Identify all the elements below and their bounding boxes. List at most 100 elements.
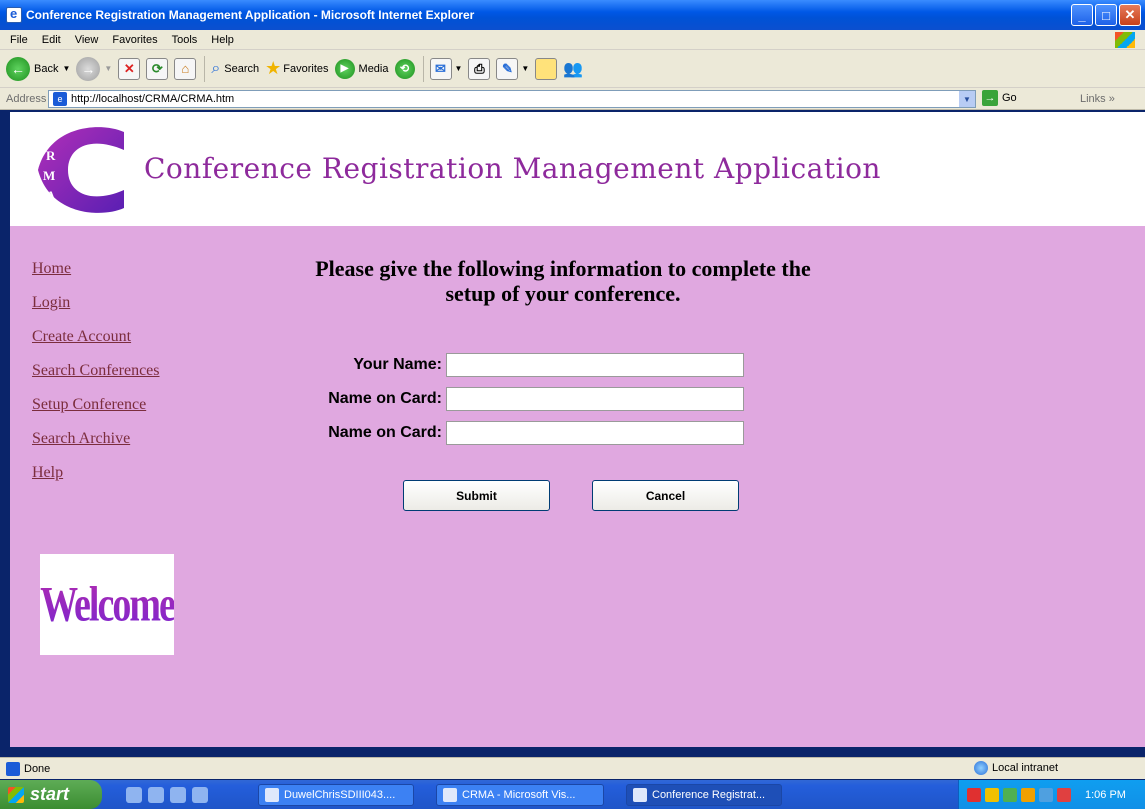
task-label-ie: Conference Registrat... (652, 789, 766, 801)
nav-search-conferences[interactable]: Search Conferences (32, 362, 160, 396)
task-button-word[interactable]: DuwelChrisSDIII043.... (258, 784, 414, 806)
task-label-word: DuwelChrisSDIII043.... (284, 789, 396, 801)
name-on-card-row-2: Name on Card: (240, 420, 760, 446)
home-button[interactable]: ⌂ (174, 57, 197, 80)
page-banner: R M A Conference Registration Management… (10, 112, 1145, 226)
address-dropdown-button[interactable]: ▼ (959, 91, 975, 107)
chevron-down-icon: ▼ (521, 64, 530, 73)
chevron-down-icon: ▼ (104, 64, 113, 73)
stop-icon: ✕ (118, 57, 141, 80)
back-button[interactable]: ← Back ▼ (6, 56, 70, 81)
menu-view[interactable]: View (75, 34, 99, 46)
menu-tools[interactable]: Tools (172, 34, 198, 46)
favorites-button[interactable]: ★ Favorites (265, 58, 328, 79)
menu-favorites[interactable]: Favorites (112, 34, 157, 46)
go-label: Go (1002, 92, 1017, 104)
windows-flag-icon (8, 786, 24, 803)
media-icon: ▶ (334, 58, 355, 79)
address-label: Address (6, 92, 47, 105)
links-label: Links (1080, 93, 1106, 105)
zonealarm-icon[interactable] (967, 787, 981, 802)
address-bar: Address e http://localhost/CRMA/CRMA.htm… (0, 88, 1145, 110)
search-button[interactable]: ⌕ Search (211, 60, 259, 78)
desktop-quicklaunch-icon[interactable] (170, 786, 186, 803)
star-icon: ★ (265, 58, 282, 78)
go-button[interactable]: → Go (982, 90, 1017, 106)
home-icon: ⌂ (174, 57, 197, 80)
submit-button[interactable]: Submit (403, 480, 550, 511)
status-bar: Done Local intranet (0, 757, 1145, 779)
form-heading: Please give the following information to… (238, 256, 888, 306)
ie-icon (6, 6, 22, 23)
nav-setup-conference[interactable]: Setup Conference (32, 396, 160, 430)
form-heading-line1: Please give the following information to… (315, 256, 811, 281)
mail-icon: ✉ (429, 57, 452, 80)
intranet-icon (974, 761, 988, 775)
toolbar-separator (422, 55, 424, 82)
media-quicklaunch-icon[interactable] (192, 786, 208, 803)
discuss-button[interactable] (535, 57, 558, 80)
media-label: Media (358, 62, 389, 75)
name-on-card-label-2: Name on Card: (328, 424, 442, 441)
address-url: http://localhost/CRMA/CRMA.htm (71, 93, 235, 105)
forward-button[interactable]: → ▼ (76, 56, 113, 81)
nav-create-account[interactable]: Create Account (32, 328, 160, 362)
back-arrow-icon: ← (6, 56, 30, 81)
menu-edit[interactable]: Edit (42, 34, 61, 46)
maximize-button[interactable]: □ (1095, 4, 1117, 26)
task-button-ie[interactable]: Conference Registrat... (626, 784, 782, 806)
mail-button[interactable]: ✉ ▼ (429, 57, 462, 80)
page-content: R M A Conference Registration Management… (10, 112, 1145, 747)
name-on-card-input-2[interactable] (446, 421, 744, 445)
address-input[interactable]: e http://localhost/CRMA/CRMA.htm ▼ (48, 90, 976, 108)
zone-label: Local intranet (992, 762, 1059, 774)
edit-button[interactable]: ✎ ▼ (496, 57, 530, 80)
nav-login[interactable]: Login (32, 294, 160, 328)
menu-help[interactable]: Help (211, 34, 234, 46)
ie-quicklaunch-icon[interactable] (126, 786, 142, 803)
your-name-input[interactable] (446, 353, 744, 377)
search-label: Search (224, 62, 260, 75)
standard-toolbar: ← Back ▼ → ▼ ✕ ⟳ ⌂ ⌕ Search ★ Favorites … (0, 50, 1145, 88)
word-icon (265, 788, 279, 802)
print-button[interactable]: ⎙ (468, 57, 491, 80)
search-icon: ⌕ (211, 59, 221, 77)
nav-search-archive[interactable]: Search Archive (32, 430, 160, 464)
task-button-visual-studio[interactable]: CRMA - Microsoft Vis... (436, 784, 604, 806)
favorites-label: Favorites (283, 62, 329, 75)
update-icon[interactable] (1021, 787, 1035, 802)
window-controls: _ □ ✕ (1071, 4, 1141, 26)
network-icon[interactable] (985, 787, 999, 802)
nav-help[interactable]: Help (32, 464, 160, 498)
outlook-quicklaunch-icon[interactable] (148, 786, 164, 803)
nav-home[interactable]: Home (32, 260, 160, 294)
display-icon[interactable] (1039, 787, 1053, 802)
stop-button[interactable]: ✕ (118, 57, 141, 80)
cancel-button[interactable]: Cancel (592, 480, 739, 511)
alert-icon[interactable] (1057, 787, 1071, 802)
system-tray: 1:06 PM (958, 780, 1145, 809)
title-bar[interactable]: Conference Registration Management Appli… (0, 0, 1145, 30)
banner-title: Conference Registration Management Appli… (144, 152, 881, 185)
messenger-button[interactable]: 👥 (563, 59, 583, 79)
antivirus-icon[interactable] (1003, 787, 1017, 802)
refresh-icon: ⟳ (146, 57, 169, 80)
toolbar-separator (204, 55, 206, 82)
name-on-card-input[interactable] (446, 387, 744, 411)
refresh-button[interactable]: ⟳ (146, 57, 169, 80)
history-button[interactable]: ⟲ (394, 58, 415, 79)
media-button[interactable]: ▶ Media (334, 58, 389, 79)
minimize-button[interactable]: _ (1071, 4, 1093, 26)
menu-file[interactable]: File (10, 34, 28, 46)
links-button[interactable]: Links » (1080, 93, 1115, 105)
start-button[interactable]: start (0, 780, 102, 809)
welcome-image: Welcome (40, 554, 176, 655)
security-zone: Local intranet (974, 761, 1058, 775)
note-icon (535, 57, 558, 80)
logo-letter-r: R (46, 148, 56, 163)
your-name-row: Your Name: (240, 352, 760, 378)
close-button[interactable]: ✕ (1119, 4, 1141, 26)
side-nav: Home Login Create Account Search Confere… (32, 260, 160, 498)
page-status-icon (6, 761, 20, 776)
crma-logo: R M A (38, 127, 124, 213)
